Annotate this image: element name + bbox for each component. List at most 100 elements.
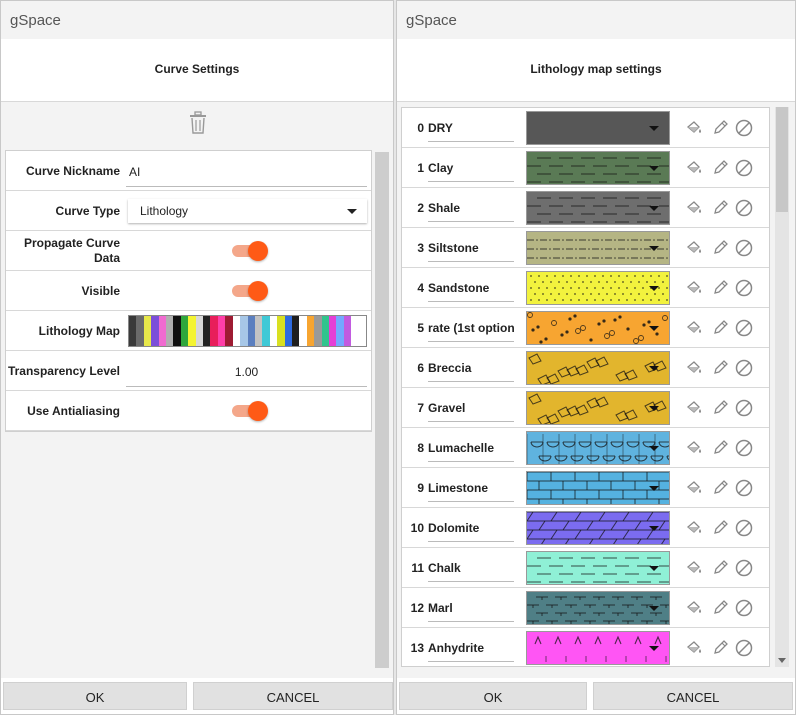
curve-nickname-label: Curve Nickname <box>25 163 120 178</box>
pencil-icon[interactable] <box>710 198 730 218</box>
lithology-name-input[interactable]: Sandstone <box>428 274 514 302</box>
ok-button[interactable]: OK <box>399 682 587 710</box>
lithology-pattern-select[interactable] <box>526 151 670 185</box>
disable-icon[interactable] <box>734 318 754 338</box>
pencil-icon[interactable] <box>710 438 730 458</box>
lithology-name-input[interactable]: Dolomite <box>428 514 514 542</box>
lithology-pattern-select[interactable] <box>526 591 670 625</box>
fill-bucket-icon[interactable] <box>684 318 704 338</box>
scrollbar[interactable] <box>375 152 389 668</box>
chevron-down-icon <box>649 326 659 331</box>
lithology-name-input[interactable]: Siltstone <box>428 234 514 262</box>
disable-icon[interactable] <box>734 278 754 298</box>
pencil-icon[interactable] <box>710 598 730 618</box>
transparency-level-input[interactable]: 1.00 <box>126 357 367 387</box>
lithology-index: 0 <box>417 121 424 135</box>
scroll-down-icon[interactable] <box>778 658 786 663</box>
disable-icon[interactable] <box>734 518 754 538</box>
lithology-pattern-select[interactable] <box>526 471 670 505</box>
disable-icon[interactable] <box>734 358 754 378</box>
disable-icon[interactable] <box>734 598 754 618</box>
chevron-down-icon <box>649 126 659 131</box>
pencil-icon[interactable] <box>710 478 730 498</box>
disable-icon[interactable] <box>734 198 754 218</box>
disable-icon[interactable] <box>734 118 754 138</box>
lithology-pattern-select[interactable] <box>526 551 670 585</box>
fill-bucket-icon[interactable] <box>684 398 704 418</box>
chevron-down-icon <box>649 566 659 571</box>
disable-icon[interactable] <box>734 558 754 578</box>
chevron-down-icon <box>649 406 659 411</box>
scrollbar-thumb[interactable] <box>375 152 389 668</box>
visible-row: Visible <box>6 271 371 311</box>
disable-icon[interactable] <box>734 638 754 658</box>
lithology-name-input[interactable]: Lumachelle <box>428 434 514 462</box>
lithology-row: 3 Siltstone <box>402 228 769 268</box>
fill-bucket-icon[interactable] <box>684 238 704 258</box>
lithology-pattern-select[interactable] <box>526 631 670 665</box>
lithology-pattern-select[interactable] <box>526 351 670 385</box>
disable-icon[interactable] <box>734 238 754 258</box>
use-antialiasing-toggle[interactable] <box>232 401 268 421</box>
lithology-pattern-select[interactable] <box>526 391 670 425</box>
pencil-icon[interactable] <box>710 118 730 138</box>
lithology-row: 7 Gravel <box>402 388 769 428</box>
trash-icon[interactable] <box>187 110 209 136</box>
fill-bucket-icon[interactable] <box>684 518 704 538</box>
fill-bucket-icon[interactable] <box>684 598 704 618</box>
lithology-name-input[interactable]: DRY <box>428 114 514 142</box>
lithology-name-input[interactable]: Chalk <box>428 554 514 582</box>
scrollbar-thumb[interactable] <box>776 107 788 212</box>
lithology-name-input[interactable]: Breccia <box>428 354 514 382</box>
curve-nickname-input[interactable]: AI <box>126 157 367 187</box>
pencil-icon[interactable] <box>710 158 730 178</box>
fill-bucket-icon[interactable] <box>684 198 704 218</box>
pencil-icon[interactable] <box>710 238 730 258</box>
chevron-down-icon <box>649 166 659 171</box>
cancel-button[interactable]: CANCEL <box>593 682 793 710</box>
scrollbar[interactable] <box>775 107 789 667</box>
lithology-name-input[interactable]: Marl <box>428 594 514 622</box>
propagate-curve-data-toggle[interactable] <box>232 241 268 261</box>
lithology-pattern-select[interactable] <box>526 431 670 465</box>
lithology-pattern-select[interactable] <box>526 311 670 345</box>
disable-icon[interactable] <box>734 158 754 178</box>
pencil-icon[interactable] <box>710 398 730 418</box>
fill-bucket-icon[interactable] <box>684 638 704 658</box>
fill-bucket-icon[interactable] <box>684 278 704 298</box>
pencil-icon[interactable] <box>710 358 730 378</box>
lithology-map-preview[interactable] <box>128 315 367 347</box>
lithology-pattern-select[interactable] <box>526 191 670 225</box>
fill-bucket-icon[interactable] <box>684 478 704 498</box>
visible-toggle[interactable] <box>232 281 268 301</box>
fill-bucket-icon[interactable] <box>684 118 704 138</box>
lithology-row: 9 Limestone <box>402 468 769 508</box>
lithology-pattern-select[interactable] <box>526 511 670 545</box>
lithology-pattern-select[interactable] <box>526 271 670 305</box>
pencil-icon[interactable] <box>710 518 730 538</box>
fill-bucket-icon[interactable] <box>684 438 704 458</box>
pencil-icon[interactable] <box>710 558 730 578</box>
lithology-name-input[interactable]: Clay <box>428 154 514 182</box>
lithology-name-input[interactable]: Shale <box>428 194 514 222</box>
pencil-icon[interactable] <box>710 318 730 338</box>
pencil-icon[interactable] <box>710 278 730 298</box>
lithology-name-input[interactable]: Gravel <box>428 394 514 422</box>
fill-bucket-icon[interactable] <box>684 558 704 578</box>
lithology-name-input[interactable]: Limestone <box>428 474 514 502</box>
disable-icon[interactable] <box>734 438 754 458</box>
chevron-down-icon <box>649 286 659 291</box>
lithology-name-input[interactable]: Anhydrite <box>428 634 514 662</box>
chevron-down-icon <box>649 606 659 611</box>
ok-button[interactable]: OK <box>3 682 187 710</box>
disable-icon[interactable] <box>734 398 754 418</box>
lithology-pattern-select[interactable] <box>526 231 670 265</box>
cancel-button[interactable]: CANCEL <box>193 682 393 710</box>
lithology-name-input[interactable]: rate (1st option) <box>428 314 514 342</box>
fill-bucket-icon[interactable] <box>684 158 704 178</box>
lithology-pattern-select[interactable] <box>526 111 670 145</box>
disable-icon[interactable] <box>734 478 754 498</box>
curve-type-select[interactable]: Lithology <box>128 199 367 223</box>
fill-bucket-icon[interactable] <box>684 358 704 378</box>
pencil-icon[interactable] <box>710 638 730 658</box>
